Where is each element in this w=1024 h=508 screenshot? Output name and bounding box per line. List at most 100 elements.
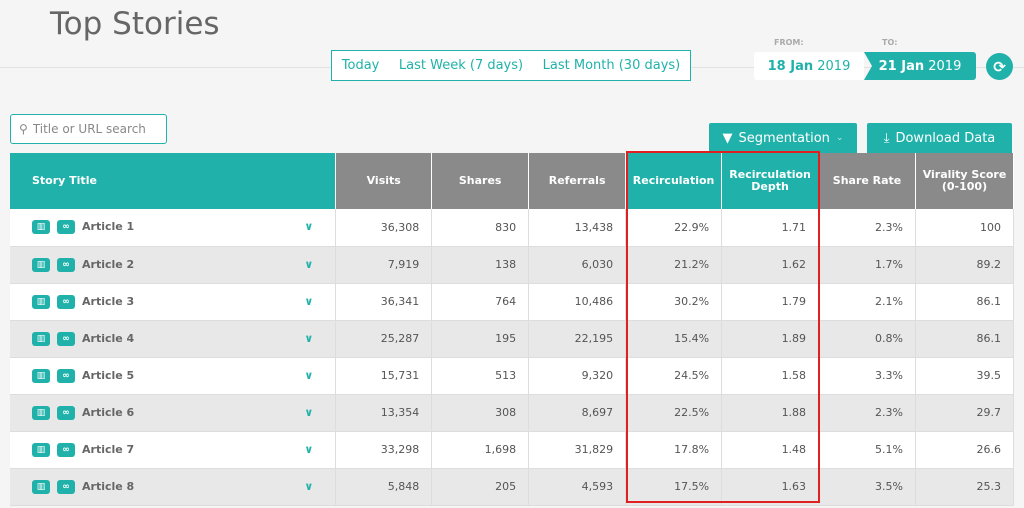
chart-icon[interactable]: ▥ [32,257,50,272]
chevron-down-icon[interactable]: ∨ [304,480,313,493]
stories-table: Story Title Visits Shares Referrals Recircul… [10,153,1014,506]
to-date[interactable]: 21 Jan 2019 [864,52,976,80]
link-icon[interactable]: ∞ [57,479,75,494]
chart-icon[interactable]: ▥ [32,220,50,235]
cell-recirculation: 24.5% [625,357,723,395]
cell-referrals: 10,486 [528,283,627,321]
cell-story-title: ▥ ∞ Article 4 ∨ [10,320,337,358]
cell-recirculation: 21.2% [625,246,723,284]
cell-share-rate: 3.5% [818,468,916,506]
from-label: FROM: [774,38,804,47]
cell-shares: 308 [431,394,530,432]
chevron-down-icon[interactable]: ∨ [304,406,313,419]
header-recirculation[interactable]: Recirculation [625,153,723,209]
chevron-down-icon[interactable]: ∨ [304,258,313,271]
cell-visits: 36,308 [335,209,433,247]
article-title[interactable]: Article 2 [82,258,134,271]
cell-shares: 1,698 [431,431,530,469]
cell-share-rate: 5.1% [818,431,916,469]
refresh-icon[interactable]: ⟳ [986,53,1013,80]
chevron-down-icon[interactable]: ∨ [304,443,313,456]
cell-story-title: ▥ ∞ Article 2 ∨ [10,246,337,284]
chart-icon[interactable]: ▥ [32,405,50,420]
article-title[interactable]: Article 7 [82,443,134,456]
link-icon[interactable]: ∞ [57,294,75,309]
search-input[interactable] [32,122,153,136]
header-referrals[interactable]: Referrals [528,153,627,209]
download-icon: ⤓ [883,130,890,146]
article-title[interactable]: Article 6 [82,406,134,419]
table-row: ▥ ∞ Article 6 ∨ 13,354 308 8,697 22.5% 1.88 2.3% 2… [10,394,1014,432]
cell-story-title: ▥ ∞ Article 3 ∨ [10,283,337,321]
table-row: ▥ ∞ Article 4 ∨ 25,287 195 22,195 15.4% 1.89 0.8%… [10,320,1014,358]
chevron-down-icon[interactable]: ∨ [304,295,313,308]
header-shares[interactable]: Shares [431,153,530,209]
range-today[interactable]: Today [342,58,380,73]
chevron-down-icon: ⌄ [835,133,844,143]
header-virality-score[interactable]: Virality Score (0-100) [915,153,1014,209]
cell-share-rate: 0.8% [818,320,916,358]
cell-recirculation-depth: 1.48 [721,431,820,469]
cell-virality-score: 100 [915,209,1014,247]
cell-share-rate: 2.3% [818,394,916,432]
search-field[interactable]: ⚲ [10,114,167,144]
cell-shares: 138 [431,246,530,284]
date-picker: 18 Jan 2019 21 Jan 2019 [754,52,976,80]
link-icon[interactable]: ∞ [57,368,75,383]
article-title[interactable]: Article 1 [82,220,134,233]
cell-recirculation-depth: 1.89 [721,320,820,358]
link-icon[interactable]: ∞ [57,405,75,420]
cell-referrals: 9,320 [528,357,627,395]
table-row: ▥ ∞ Article 2 ∨ 7,919 138 6,030 21.2% 1.62 1.7% 89… [10,246,1014,284]
cell-visits: 7,919 [335,246,433,284]
cell-shares: 205 [431,468,530,506]
cell-visits: 25,287 [335,320,433,358]
link-icon[interactable]: ∞ [57,257,75,272]
cell-virality-score: 26.6 [915,431,1014,469]
chevron-down-icon[interactable]: ∨ [304,369,313,382]
article-title[interactable]: Article 8 [82,480,134,493]
from-date[interactable]: 18 Jan 2019 [754,52,864,80]
cell-story-title: ▥ ∞ Article 5 ∨ [10,357,337,395]
article-title[interactable]: Article 3 [82,295,134,308]
chart-icon[interactable]: ▥ [32,479,50,494]
chevron-down-icon[interactable]: ∨ [304,332,313,345]
to-day: 21 Jan [878,58,925,74]
header-story-title[interactable]: Story Title [10,153,337,209]
header-share-rate[interactable]: Share Rate [818,153,916,209]
cell-referrals: 6,030 [528,246,627,284]
download-data-button[interactable]: ⤓ Download Data [867,123,1012,153]
chart-icon[interactable]: ▥ [32,442,50,457]
link-icon[interactable]: ∞ [57,442,75,457]
segmentation-button[interactable]: ▼ Segmentation ⌄ [709,123,857,153]
cell-story-title: ▥ ∞ Article 8 ∨ [10,468,337,506]
from-year: 2019 [817,58,851,74]
link-icon[interactable]: ∞ [57,220,75,235]
article-title[interactable]: Article 5 [82,369,134,382]
range-last-month[interactable]: Last Month (30 days) [543,58,681,73]
table-row: ▥ ∞ Article 8 ∨ 5,848 205 4,593 17.5% 1.63 3.5% 25… [10,468,1014,506]
chart-icon[interactable]: ▥ [32,294,50,309]
segmentation-label: Segmentation [738,130,830,146]
cell-virality-score: 25.3 [915,468,1014,506]
header-visits[interactable]: Visits [335,153,433,209]
chart-icon[interactable]: ▥ [32,368,50,383]
cell-recirculation: 30.2% [625,283,723,321]
chevron-down-icon[interactable]: ∨ [304,220,313,233]
cell-shares: 513 [431,357,530,395]
cell-visits: 5,848 [335,468,433,506]
article-title[interactable]: Article 4 [82,332,134,345]
cell-recirculation-depth: 1.71 [721,209,820,247]
chart-icon[interactable]: ▥ [32,331,50,346]
cell-story-title: ▥ ∞ Article 7 ∨ [10,431,337,469]
search-icon: ⚲ [19,122,28,136]
range-last-week[interactable]: Last Week (7 days) [399,58,523,73]
header-recirculation-depth[interactable]: Recirculation Depth [721,153,820,209]
cell-shares: 195 [431,320,530,358]
link-icon[interactable]: ∞ [57,331,75,346]
cell-referrals: 22,195 [528,320,627,358]
cell-recirculation-depth: 1.62 [721,246,820,284]
cell-shares: 830 [431,209,530,247]
cell-recirculation-depth: 1.58 [721,357,820,395]
cell-virality-score: 89.2 [915,246,1014,284]
